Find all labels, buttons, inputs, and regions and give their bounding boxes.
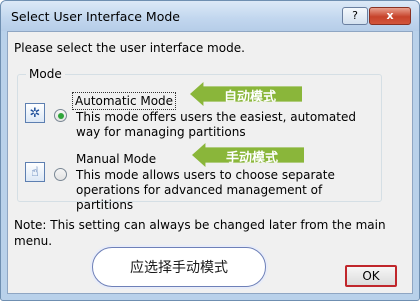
manual-mode-icon: ☝ <box>25 162 45 182</box>
automatic-mode-radio[interactable] <box>54 109 67 122</box>
close-button[interactable]: x <box>369 7 411 25</box>
manual-mode-option[interactable]: Manual Mode <box>76 152 156 166</box>
manual-mode-title: Manual Mode <box>76 152 157 166</box>
mode-group-label: Mode <box>26 67 65 81</box>
automatic-mode-option[interactable]: Automatic Mode <box>71 92 177 110</box>
title-bar: Select User Interface Mode ? x <box>1 1 419 31</box>
window-title: Select User Interface Mode <box>11 9 180 24</box>
ok-button[interactable]: OK <box>345 265 397 287</box>
help-button[interactable]: ? <box>342 7 368 25</box>
automatic-mode-icon: ✲ <box>25 103 45 123</box>
instruction-text: Please select the user interface mode. <box>14 41 245 55</box>
manual-mode-description: This mode allows users to choose separat… <box>76 168 335 212</box>
automatic-mode-description: This mode offers users the easiest, auto… <box>76 110 356 139</box>
note-text: Note: This setting can always be changed… <box>14 218 386 248</box>
callout-cloud: 应选择手动模式 <box>92 247 266 287</box>
manual-mode-radio[interactable] <box>54 168 67 181</box>
callout-text: 应选择手动模式 <box>130 260 228 276</box>
automatic-mode-title: Automatic Mode <box>71 92 177 110</box>
